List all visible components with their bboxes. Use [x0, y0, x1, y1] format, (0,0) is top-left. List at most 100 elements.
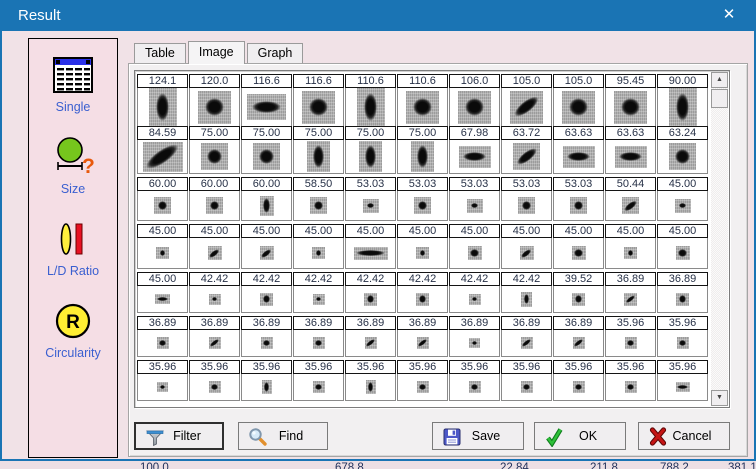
image-cell[interactable]: 35.96: [137, 360, 188, 401]
image-cell[interactable]: 39.52: [553, 272, 604, 313]
image-cell[interactable]: 67.98: [449, 126, 500, 174]
image-cell[interactable]: 36.89: [293, 316, 344, 357]
image-cell[interactable]: 36.89: [345, 316, 396, 357]
image-cell[interactable]: 36.89: [553, 316, 604, 357]
image-cell[interactable]: 50.44: [605, 177, 656, 221]
cell-value: 35.96: [189, 360, 240, 374]
image-cell[interactable]: 36.89: [397, 316, 448, 357]
image-cell[interactable]: 116.6: [293, 74, 344, 127]
image-cell[interactable]: 90.00: [657, 74, 708, 127]
particle-thumbnail: [262, 380, 272, 394]
image-cell[interactable]: 35.96: [657, 316, 708, 357]
scrollbar-thumb[interactable]: [711, 89, 728, 108]
image-cell[interactable]: 45.00: [293, 224, 344, 269]
image-cell[interactable]: 53.03: [345, 177, 396, 221]
scroll-down-icon[interactable]: ▼: [711, 390, 728, 406]
image-cell[interactable]: 53.03: [501, 177, 552, 221]
image-cell[interactable]: 36.89: [189, 316, 240, 357]
cell-image-area: [554, 330, 603, 356]
image-cell[interactable]: 35.96: [449, 360, 500, 401]
image-cell[interactable]: 36.89: [241, 316, 292, 357]
image-cell[interactable]: 63.63: [553, 126, 604, 174]
tab-table[interactable]: Table: [134, 43, 186, 63]
scroll-up-icon[interactable]: ▲: [711, 72, 728, 88]
image-cell[interactable]: 75.00: [345, 126, 396, 174]
image-cell[interactable]: 60.00: [241, 177, 292, 221]
sidebar-item-size[interactable]: ? Size: [51, 135, 95, 196]
image-cell[interactable]: 42.42: [501, 272, 552, 313]
image-cell[interactable]: 42.42: [293, 272, 344, 313]
image-cell[interactable]: 63.63: [605, 126, 656, 174]
image-cell[interactable]: 36.89: [501, 316, 552, 357]
tab-graph[interactable]: Graph: [247, 43, 304, 63]
particle-thumbnail: [302, 91, 335, 124]
image-cell[interactable]: 53.03: [553, 177, 604, 221]
image-cell[interactable]: 45.00: [189, 224, 240, 269]
image-cell[interactable]: 53.03: [449, 177, 500, 221]
image-cell[interactable]: 35.96: [657, 360, 708, 401]
tab-image[interactable]: Image: [188, 41, 245, 64]
image-cell[interactable]: 45.00: [241, 224, 292, 269]
image-cell[interactable]: 35.96: [501, 360, 552, 401]
cancel-button[interactable]: Cancel: [638, 422, 730, 450]
image-cell[interactable]: 120.0: [189, 74, 240, 127]
sidebar-item-single[interactable]: Single: [51, 53, 95, 114]
save-button[interactable]: Save: [432, 422, 524, 450]
image-cell[interactable]: 36.89: [449, 316, 500, 357]
image-cell[interactable]: 116.6: [241, 74, 292, 127]
image-cell[interactable]: 45.00: [657, 224, 708, 269]
image-cell[interactable]: 42.42: [189, 272, 240, 313]
image-cell[interactable]: 63.72: [501, 126, 552, 174]
image-cell[interactable]: 60.00: [189, 177, 240, 221]
image-cell[interactable]: 110.6: [345, 74, 396, 127]
image-cell[interactable]: 45.00: [345, 224, 396, 269]
image-cell[interactable]: 95.45: [605, 74, 656, 127]
image-cell[interactable]: 42.42: [241, 272, 292, 313]
image-cell[interactable]: 105.0: [501, 74, 552, 127]
image-cell[interactable]: 53.03: [397, 177, 448, 221]
image-cell[interactable]: 45.00: [397, 224, 448, 269]
image-cell[interactable]: 75.00: [241, 126, 292, 174]
image-cell[interactable]: 45.00: [605, 224, 656, 269]
image-cell[interactable]: 35.96: [605, 360, 656, 401]
image-cell[interactable]: 42.42: [397, 272, 448, 313]
sidebar-item-ld-ratio[interactable]: L/D Ratio: [47, 217, 99, 278]
image-cell[interactable]: 45.00: [501, 224, 552, 269]
image-cell[interactable]: 42.42: [449, 272, 500, 313]
image-cell[interactable]: 35.96: [397, 360, 448, 401]
image-cell[interactable]: 75.00: [397, 126, 448, 174]
image-cell[interactable]: 42.42: [345, 272, 396, 313]
image-cell[interactable]: 45.00: [449, 224, 500, 269]
image-cell[interactable]: 63.24: [657, 126, 708, 174]
ok-button[interactable]: OK: [534, 422, 626, 450]
vertical-scrollbar[interactable]: ▲ ▼: [711, 72, 728, 406]
image-cell[interactable]: 84.59: [137, 126, 188, 174]
image-cell[interactable]: 35.96: [605, 316, 656, 357]
image-cell[interactable]: 124.1: [137, 74, 188, 127]
close-icon[interactable]: ✕: [712, 0, 746, 31]
image-cell[interactable]: 60.00: [137, 177, 188, 221]
image-cell[interactable]: 35.96: [241, 360, 292, 401]
image-cell[interactable]: 75.00: [189, 126, 240, 174]
sidebar-item-circularity[interactable]: R Circularity: [45, 299, 101, 360]
image-cell[interactable]: 45.00: [553, 224, 604, 269]
find-button[interactable]: Find: [238, 422, 328, 450]
image-cell[interactable]: 45.00: [137, 272, 188, 313]
image-cell[interactable]: 110.6: [397, 74, 448, 127]
filter-button[interactable]: Filter: [134, 422, 224, 450]
image-cell[interactable]: 35.96: [553, 360, 604, 401]
image-cell[interactable]: 45.00: [137, 224, 188, 269]
image-cell[interactable]: 36.89: [657, 272, 708, 313]
image-cell[interactable]: 45.00: [657, 177, 708, 221]
image-cell[interactable]: 35.96: [345, 360, 396, 401]
image-cell[interactable]: 35.96: [189, 360, 240, 401]
image-cell[interactable]: 36.89: [137, 316, 188, 357]
image-cell[interactable]: 35.96: [293, 360, 344, 401]
image-cell[interactable]: 75.00: [293, 126, 344, 174]
image-cell[interactable]: 36.89: [605, 272, 656, 313]
image-cell[interactable]: 106.0: [449, 74, 500, 127]
image-cell[interactable]: 58.50: [293, 177, 344, 221]
image-cell[interactable]: 105.0: [553, 74, 604, 127]
filter-button-label: Filter: [173, 429, 201, 443]
measurement-sidebar: Single ? Size L/D Ratio: [28, 38, 118, 458]
